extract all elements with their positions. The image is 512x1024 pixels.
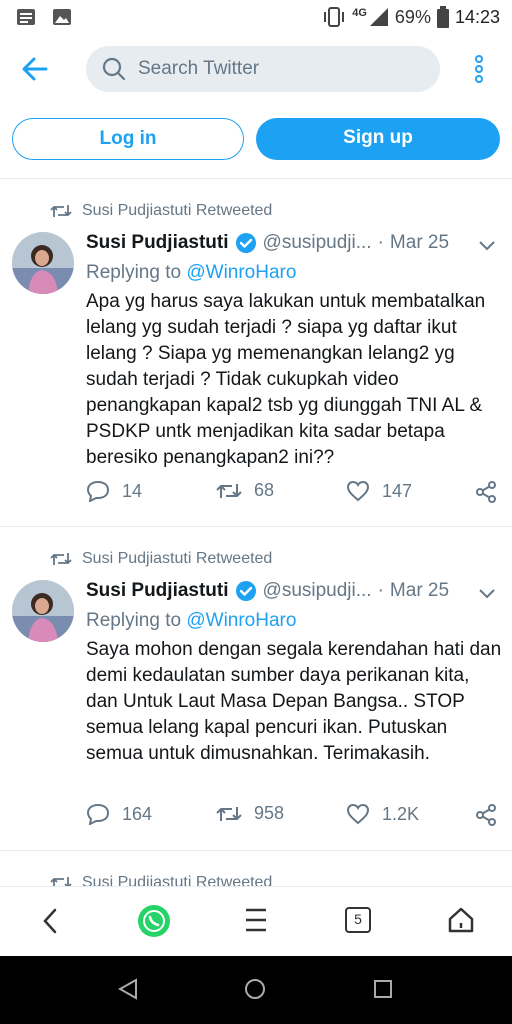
search-placeholder: Search Twitter: [138, 58, 260, 79]
system-recents-icon[interactable]: [374, 980, 392, 998]
share-icon: [476, 804, 496, 826]
retweet-button[interactable]: 68: [216, 480, 274, 501]
system-home-icon[interactable]: [244, 978, 266, 1000]
signal-icon: [369, 8, 388, 26]
system-navigation-bar: [0, 956, 512, 1024]
like-button[interactable]: 1.2K: [346, 803, 419, 825]
chevron-down-icon[interactable]: [478, 588, 496, 600]
image-notification-icon: [53, 9, 71, 25]
tweet-header: Susi Pudjiastuti @susipudji... · Mar 25: [86, 580, 449, 602]
tweet-card[interactable]: Susi Pudjiastuti Retweeted Susi Pudjiast…: [0, 526, 512, 850]
signup-button[interactable]: Sign up: [256, 118, 500, 160]
tabs-icon[interactable]: 5: [345, 907, 371, 933]
display-name[interactable]: Susi Pudjiastuti: [86, 580, 229, 602]
username: @susipudji...: [262, 232, 372, 253]
more-vertical-icon[interactable]: [472, 54, 486, 86]
screen: 4G 69% 14:23 Search Twitter Log in Sign …: [0, 0, 512, 1024]
tweet-card[interactable]: Susi Pudjiastuti Retweeted Susi Pudjiast…: [0, 178, 512, 526]
retweet-icon: [50, 205, 72, 217]
display-name[interactable]: Susi Pudjiastuti: [86, 232, 229, 254]
chevron-down-icon[interactable]: [478, 240, 496, 252]
retweet-icon: [216, 483, 242, 498]
retweet-count: 68: [254, 480, 275, 500]
retweet-icon: [50, 877, 72, 886]
reply-button[interactable]: 14: [86, 480, 142, 502]
share-button[interactable]: [474, 480, 498, 504]
search-icon: [102, 57, 126, 81]
dot-separator: ·: [377, 232, 384, 253]
battery-percent: 69%: [394, 6, 431, 27]
retweet-icon: [216, 806, 242, 821]
retweet-label: Susi Pudjiastuti Retweeted: [82, 874, 273, 886]
reply-count: 164: [122, 803, 153, 824]
tweet-header: Susi Pudjiastuti @susipudji... · Mar 25: [86, 232, 449, 254]
replying-to: Replying to @WinroHaro: [86, 610, 296, 632]
retweet-context: Susi Pudjiastuti Retweeted: [50, 874, 272, 886]
battery-icon: [436, 6, 449, 28]
like-count: 147: [382, 480, 413, 501]
vibrate-icon: [324, 7, 345, 27]
retweet-icon: [50, 553, 72, 565]
login-button[interactable]: Log in: [12, 118, 244, 160]
tweet-text: Apa yg harus saya lakukan untuk membatal…: [86, 291, 486, 468]
retweet-label: Susi Pudjiastuti Retweeted: [82, 202, 273, 219]
reply-icon: [86, 480, 110, 502]
tweet-actions: 164 958 1.2K: [86, 803, 506, 833]
tweet-text: Saya mohon dengan segala kerendahan hati…: [86, 639, 502, 764]
dot-separator: ·: [377, 580, 384, 601]
avatar-image: [12, 580, 74, 642]
back-arrow-icon[interactable]: [20, 56, 48, 82]
replying-to: Replying to @WinroHaro: [86, 262, 296, 284]
tweet-date[interactable]: Mar 25: [390, 580, 449, 602]
share-icon: [476, 481, 496, 503]
system-back-icon[interactable]: [118, 978, 138, 1000]
like-icon: [346, 480, 370, 502]
replying-prefix: Replying to: [86, 610, 187, 631]
retweet-button[interactable]: 958: [216, 803, 284, 824]
whatsapp-icon[interactable]: [136, 903, 172, 939]
avatar-image: [12, 232, 74, 294]
browser-bottom-bar: 5: [0, 886, 512, 954]
home-icon[interactable]: [446, 905, 476, 935]
message-notification-icon: [17, 9, 35, 25]
system-status: 4G 69% 14:23: [322, 6, 500, 28]
mention-link[interactable]: @WinroHaro: [186, 262, 296, 283]
tweet-card[interactable]: Susi Pudjiastuti Retweeted: [0, 850, 512, 886]
replying-prefix: Replying to: [86, 262, 187, 283]
tweet-date[interactable]: Mar 25: [390, 232, 449, 254]
network-type: 4G: [352, 7, 367, 19]
like-count: 1.2K: [382, 803, 420, 824]
avatar[interactable]: [12, 580, 74, 642]
verified-icon: [235, 581, 256, 601]
search-header: Search Twitter: [0, 40, 512, 100]
reply-button[interactable]: 164: [86, 803, 152, 825]
retweet-context: Susi Pudjiastuti Retweeted: [50, 550, 272, 568]
back-icon[interactable]: [40, 907, 60, 935]
like-button[interactable]: 147: [346, 480, 412, 502]
share-button[interactable]: [474, 803, 498, 827]
menu-icon[interactable]: [244, 907, 268, 933]
retweet-label: Susi Pudjiastuti Retweeted: [82, 550, 273, 567]
like-icon: [346, 803, 370, 825]
reply-icon: [86, 803, 110, 825]
reply-count: 14: [122, 480, 143, 501]
retweet-count: 958: [254, 803, 285, 823]
mention-link[interactable]: @WinroHaro: [186, 610, 296, 631]
notification-icons: [16, 8, 72, 26]
avatar[interactable]: [12, 232, 74, 294]
retweet-context: Susi Pudjiastuti Retweeted: [50, 202, 272, 220]
clock: 14:23: [454, 6, 500, 27]
tweet-actions: 14 68 147: [86, 480, 506, 510]
status-bar: 4G 69% 14:23: [0, 0, 512, 36]
username: @susipudji...: [262, 580, 372, 601]
search-input[interactable]: Search Twitter: [86, 46, 440, 92]
verified-icon: [235, 233, 256, 253]
